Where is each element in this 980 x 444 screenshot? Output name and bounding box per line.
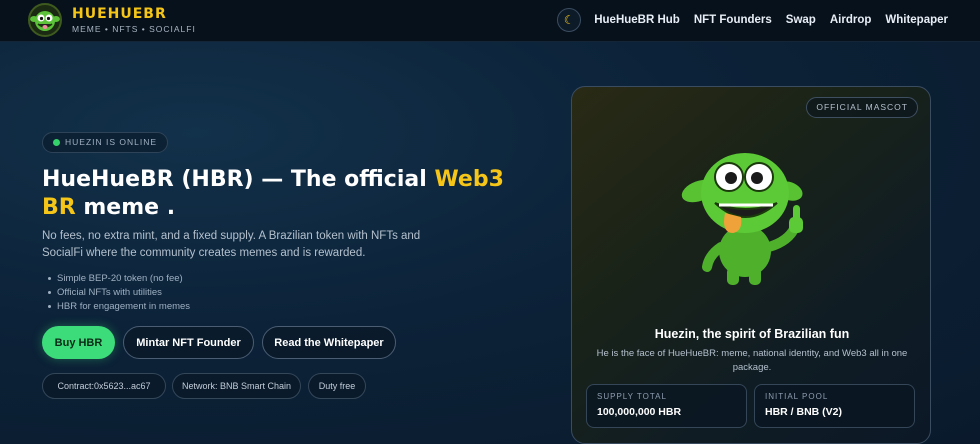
read-whitepaper-button[interactable]: Read the Whitepaper <box>262 326 396 359</box>
hero-title-part1: HueHueBR (HBR) — The official <box>42 167 435 192</box>
moon-icon[interactable]: ☾ <box>557 8 582 32</box>
mascot-card: OFFICIAL MASCOT Huezin, the spirit of Br… <box>571 86 931 444</box>
mint-nft-founder-button[interactable]: Mintar NFT Founder <box>123 326 254 359</box>
list-item: Official NFTs with utilities <box>48 286 190 300</box>
duty-free-chip: Duty free <box>308 373 366 399</box>
online-status-badge: HUEZIN IS ONLINE <box>42 132 169 153</box>
hero-title: HueHueBR (HBR) — The official Web3 BR me… <box>42 166 542 222</box>
nav-link-airdrop[interactable]: Airdrop <box>830 14 872 26</box>
status-dot-icon <box>53 139 60 146</box>
list-item: HBR for engagement in memes <box>48 300 190 314</box>
feature-list: Simple BEP-20 token (no fee) Official NF… <box>48 272 190 314</box>
nav-link-nft-founders[interactable]: NFT Founders <box>694 14 772 26</box>
goblin-mascot-icon <box>28 3 62 37</box>
stat-label: SUPPLY TOTAL <box>597 392 667 401</box>
stat-value: HBR / BNB (V2) <box>765 406 843 418</box>
stat-value: 100,000,000 HBR <box>597 406 682 418</box>
nav-link-swap[interactable]: Swap <box>786 14 816 26</box>
nav-link-whitepaper[interactable]: Whitepaper <box>885 14 948 26</box>
status-text: HUEZIN IS ONLINE <box>65 137 158 147</box>
buy-hbr-button[interactable]: Buy HBR <box>42 326 115 359</box>
supply-total-stat: SUPPLY TOTAL 100,000,000 HBR <box>586 384 747 428</box>
brand-title: HUEHUEBR <box>72 6 167 22</box>
brand[interactable]: HUEHUEBR MEME • NFTS • SOCIALFI <box>28 3 196 37</box>
hero-title-part2: meme . <box>75 195 176 220</box>
contract-chip[interactable]: Contract:0x5623...ac67 <box>42 373 166 399</box>
network-chip: Network: BNB Smart Chain <box>172 373 301 399</box>
stat-label: INITIAL POOL <box>765 392 829 401</box>
list-item: Simple BEP-20 token (no fee) <box>48 272 190 286</box>
official-mascot-badge: OFFICIAL MASCOT <box>806 97 918 118</box>
hero-description: No fees, no extra mint, and a fixed supp… <box>42 230 421 259</box>
brand-subtitle: MEME • NFTS • SOCIALFI <box>72 24 196 34</box>
nav-link-hub[interactable]: HueHueBR Hub <box>594 14 680 26</box>
top-navbar: HUEHUEBR MEME • NFTS • SOCIALFI ☾ HueHue… <box>0 0 980 42</box>
mascot-name: Huezin, the spirit of Brazilian fun <box>654 327 850 341</box>
goblin-mascot-illustration <box>677 129 837 289</box>
initial-pool-stat: INITIAL POOL HBR / BNB (V2) <box>754 384 915 428</box>
mascot-description: He is the face of HueHueBR: meme, nation… <box>596 348 908 373</box>
